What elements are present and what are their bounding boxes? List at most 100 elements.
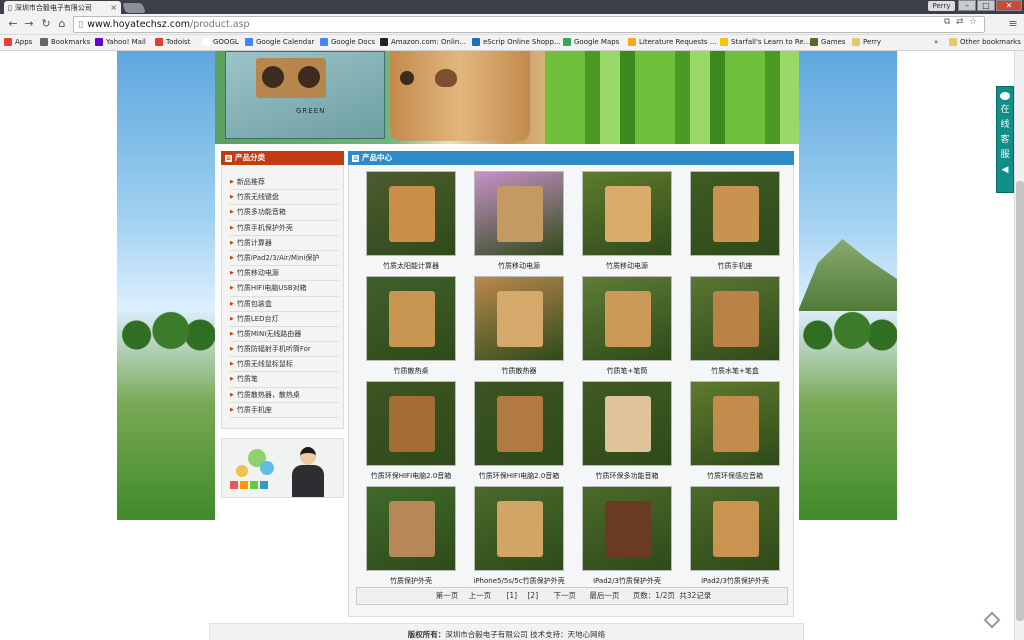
product-image[interactable] [582,171,672,256]
product-card[interactable]: 竹质环保多功能音箱 [573,381,681,486]
product-card[interactable]: 竹质笔+笔筒 [573,276,681,381]
product-image[interactable] [690,276,780,361]
product-image[interactable] [474,381,564,466]
category-link[interactable]: ▶ 竹质无线键盘 [230,190,339,206]
home-icon[interactable]: ⌂ [55,17,69,31]
last-page-link[interactable]: 最后一页 [589,591,619,600]
close-tab-icon[interactable]: × [110,3,117,12]
product-image[interactable] [474,171,564,256]
page-1-link[interactable]: [1] [506,591,517,600]
product-name[interactable]: 竹质水笔+笔盒 [681,366,789,376]
product-card[interactable]: 竹质手机座 [681,171,789,276]
product-image[interactable] [690,381,780,466]
page-2-link[interactable]: [2] [528,591,539,600]
product-name[interactable]: 竹质移动电源 [465,261,573,271]
product-card[interactable]: 竹质太阳能计算器 [357,171,465,276]
product-image[interactable] [690,171,780,256]
product-name[interactable]: 竹质散热桌 [357,366,465,376]
back-icon[interactable]: ← [6,17,20,31]
bookmark-item[interactable]: Games [810,38,846,46]
category-link[interactable]: ▶ 竹质LED台灯 [230,312,339,327]
product-image[interactable] [366,276,456,361]
address-bar[interactable]: ▯ www.hoyatechsz.com/product.asp [73,16,985,33]
bookmark-item[interactable]: Literature Requests ... [628,38,716,46]
product-card[interactable]: 竹质移动电源 [573,171,681,276]
product-card[interactable]: 竹质环保感应音箱 [681,381,789,486]
bookmark-item[interactable]: Google Docs [320,38,375,46]
category-link[interactable]: ▶ 竹质HIFI电脑USB对箱 [230,281,339,297]
prev-page-link[interactable]: 上一页 [469,591,492,600]
category-link[interactable]: ▶ 竹质包装盒 [230,297,339,312]
bookmark-item[interactable]: Todoist [155,38,190,46]
category-link[interactable]: ▶ 竹质iPad2/3/Air/Mini保护 [230,251,339,267]
product-name[interactable]: iPad2/3竹质保护外壳 [681,576,789,586]
bookmark-star-icon[interactable]: ☆ [969,17,977,27]
product-name[interactable]: 竹质环保感应音箱 [681,471,789,481]
bookmarks-more-icon[interactable]: » [934,38,938,46]
product-name[interactable]: iPad2/3竹质保护外壳 [573,576,681,586]
product-image[interactable] [474,486,564,571]
maximize-button[interactable]: □ [977,0,995,11]
category-link[interactable]: ▶ 竹质手机保护外壳 [230,221,339,236]
bookmark-item[interactable]: Google Maps [563,38,619,46]
product-name[interactable]: 竹质环保HIFI电脑2.0音箱 [357,471,465,481]
product-name[interactable]: 竹质笔+笔筒 [573,366,681,376]
profile-button[interactable]: Perry [928,1,955,11]
product-image[interactable] [582,486,672,571]
product-card[interactable]: iPad2/3竹质保护外壳 [681,486,789,591]
reload-icon[interactable]: ↻ [39,17,53,31]
product-card[interactable]: iPhone5/5s/5c竹质保护外壳 [465,486,573,591]
product-card[interactable]: 竹质水笔+笔盒 [681,276,789,381]
bookmark-item[interactable]: Perry [852,38,881,46]
category-link[interactable]: ▶ 竹质防辐射手机听筒For [230,342,339,358]
minimize-button[interactable]: – [958,0,976,11]
product-image[interactable] [582,276,672,361]
product-card[interactable]: 竹质散热器 [465,276,573,381]
product-image[interactable] [366,171,456,256]
browser-tab[interactable]: ▯ 深圳市合毅电子有限公司 × [4,1,121,14]
online-service-banner[interactable] [221,438,344,498]
category-link[interactable]: ▶ 竹质笔 [230,372,339,388]
bookmark-item[interactable]: Starfall's Learn to Re... [720,38,810,46]
product-card[interactable]: 竹质环保HIFI电脑2.0音箱 [465,381,573,486]
product-image[interactable] [366,381,456,466]
bookmark-item[interactable]: eScrip Online Shopp... [472,38,561,46]
category-link[interactable]: ▶ 竹质散热器，散热桌 [230,388,339,403]
product-card[interactable]: iPad2/3竹质保护外壳 [573,486,681,591]
product-card[interactable]: 竹质移动电源 [465,171,573,276]
bookmark-item[interactable]: Bookmarks [40,38,90,46]
bookmark-item[interactable]: Apps [4,38,32,46]
category-link[interactable]: ▶ 竹质多功能音箱 [230,205,339,221]
scrollbar-thumb[interactable] [1016,181,1024,621]
category-link[interactable]: ▶ 竹质手机座 [230,403,339,418]
product-image[interactable] [690,486,780,571]
product-name[interactable]: 竹质散热器 [465,366,573,376]
product-card[interactable]: 竹质保护外壳 [357,486,465,591]
scrollbar[interactable] [1014,51,1024,640]
product-name[interactable]: 竹质手机座 [681,261,789,271]
bookmark-item[interactable]: Amazon.com: Onlin... [380,38,466,46]
other-bookmarks[interactable]: Other bookmarks [949,38,1021,46]
bookmark-item[interactable]: GOOGL [202,38,239,46]
category-link[interactable]: ▶ 竹质计算器 [230,236,339,251]
category-link[interactable]: ▶ 新品推荐 [230,175,339,191]
next-page-link[interactable]: 下一页 [554,591,577,600]
product-name[interactable]: 竹质太阳能计算器 [357,261,465,271]
category-link[interactable]: ▶ 竹质移动电源 [230,266,339,282]
translate-icon[interactable]: ⇄ [956,17,964,27]
product-image[interactable] [474,276,564,361]
product-name[interactable]: iPhone5/5s/5c竹质保护外壳 [465,576,573,586]
forward-icon[interactable]: → [22,17,36,31]
bookmark-item[interactable]: Google Calendar [245,38,314,46]
product-image[interactable] [366,486,456,571]
new-tab-button[interactable] [122,3,146,13]
product-image[interactable] [582,381,672,466]
menu-icon[interactable]: ≡ [1006,17,1020,31]
bookmark-item[interactable]: Yahoo! Mail [95,38,146,46]
category-link[interactable]: ▶ 竹质无线鼠标鼠标 [230,357,339,373]
product-name[interactable]: 竹质移动电源 [573,261,681,271]
product-name[interactable]: 竹质环保多功能音箱 [573,471,681,481]
online-service-float[interactable]: 在线客服 ◀ [996,86,1014,193]
first-page-link[interactable]: 第一页 [436,591,459,600]
page-action-icon[interactable]: ⧉ [944,17,950,27]
